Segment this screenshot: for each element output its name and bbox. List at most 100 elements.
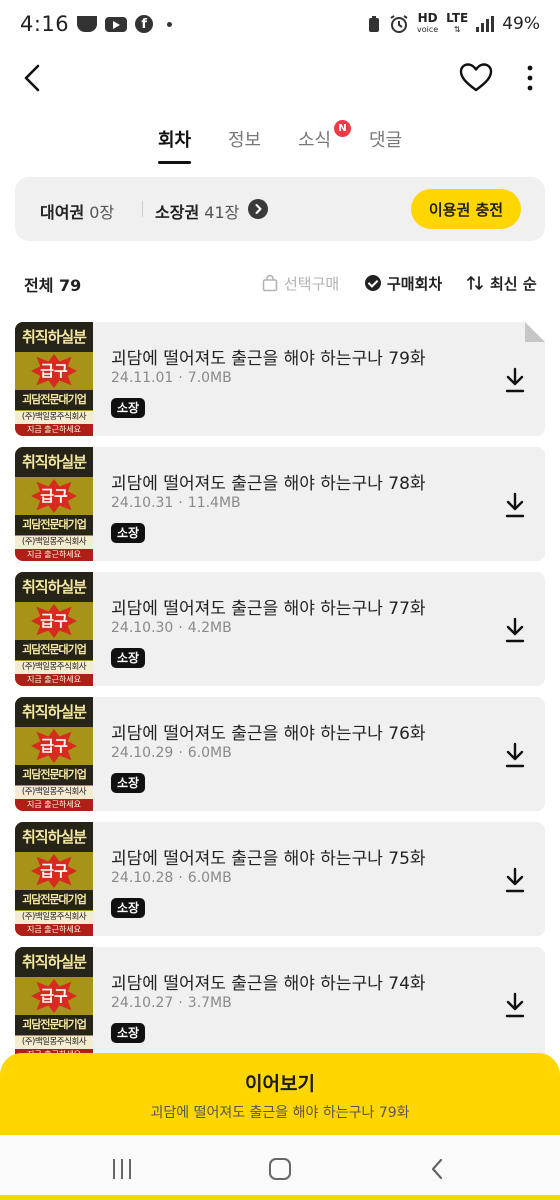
chevron-right-icon — [255, 204, 262, 214]
thumbnail-text: 지금 출근하세요 — [15, 424, 93, 436]
tab-news[interactable]: 소식 — [298, 126, 331, 162]
thumbnail-text: (주)백일몽주식회사 — [15, 661, 93, 674]
tab-info[interactable]: 정보 — [228, 126, 261, 162]
thumbnail-text: 지금 출근하세요 — [15, 799, 93, 811]
system-back-button[interactable] — [426, 1157, 450, 1181]
thumbnail-text: 취직하실분 — [15, 572, 93, 602]
separator-dot: · — [178, 620, 183, 636]
continue-reading-button[interactable]: 이어보기 괴담에 떨어져도 출근을 해야 하는구나 79화 — [0, 1053, 560, 1135]
sort-arrows-icon — [467, 276, 483, 290]
thumbnail-text: 괴담전문대기업 — [15, 765, 93, 785]
download-button[interactable] — [503, 491, 527, 519]
owned-label: 소장권 — [155, 203, 200, 222]
thumbnail-text: 급구 — [31, 854, 77, 888]
chevron-left-icon — [24, 64, 40, 92]
thumbnail-text: (주)백일몽주식회사 — [15, 411, 93, 424]
more-options-button[interactable] — [516, 58, 544, 98]
home-button[interactable] — [269, 1158, 291, 1180]
episode-item[interactable]: 취직하실분급구괴담전문대기업(주)백일몽주식회사지금 출근하세요 괴담에 떨어져도… — [15, 947, 545, 1061]
tab-episodes[interactable]: 회차 — [158, 126, 192, 164]
episode-meta: 24.10.29 · 6.0MB — [111, 745, 232, 761]
continue-label: 이어보기 — [245, 1073, 315, 1095]
episode-meta: 24.10.30 · 4.2MB — [111, 620, 232, 636]
status-time: 4:16 — [20, 12, 70, 36]
tab-bar: 회차 정보 소식 댓글 — [0, 126, 560, 166]
thumbnail-text: 괴담전문대기업 — [15, 890, 93, 910]
episode-date: 24.10.31 — [111, 495, 174, 511]
episode-title: 괴담에 떨어져도 출근을 해야 하는구나 77화 — [111, 599, 426, 619]
thumbnail-text: 괴담전문대기업 — [15, 515, 93, 535]
new-badge: N — [334, 120, 351, 137]
favorite-button[interactable] — [456, 58, 496, 98]
thumbnail-text: 지금 출근하세요 — [15, 924, 93, 936]
alarm-icon — [390, 15, 408, 33]
ticket-detail-button[interactable] — [248, 199, 268, 219]
tab-comments[interactable]: 댓글 — [369, 126, 402, 162]
select-purchase-label: 선택구매 — [284, 274, 340, 293]
episode-title: 괴담에 떨어져도 출근을 해야 하는구나 75화 — [111, 849, 426, 869]
recent-apps-button[interactable] — [113, 1159, 135, 1179]
thumbnail-text: 괴담전문대기업 — [15, 390, 93, 410]
owned-badge: 소장 — [111, 898, 146, 918]
episode-item[interactable]: 취직하실분급구괴담전문대기업(주)백일몽주식회사지금 출근하세요 괴담에 떨어져도… — [15, 447, 545, 561]
episode-size: 4.2MB — [187, 620, 232, 636]
header — [0, 50, 560, 106]
thumbnail-text: (주)백일몽주식회사 — [15, 1036, 93, 1049]
thumbnail-text: 괴담전문대기업 — [15, 640, 93, 660]
episode-thumbnail: 취직하실분급구괴담전문대기업(주)백일몽주식회사지금 출근하세요 — [15, 572, 93, 686]
download-button[interactable] — [503, 616, 527, 644]
signal-icon — [476, 16, 495, 32]
episode-date: 24.10.29 — [111, 745, 174, 761]
purchased-label: 구매회차 — [387, 274, 443, 293]
select-purchase-button[interactable]: 선택구매 — [262, 270, 339, 296]
thumbnail-text: (주)백일몽주식회사 — [15, 786, 93, 799]
episode-item[interactable]: 취직하실분급구괴담전문대기업(주)백일몽주식회사지금 출근하세요 괴담에 떨어져도… — [15, 697, 545, 811]
lte-icon: LTE ⇅ — [446, 11, 469, 34]
episode-thumbnail: 취직하실분급구괴담전문대기업(주)백일몽주식회사지금 출근하세요 — [15, 697, 93, 811]
charge-ticket-button[interactable]: 이용권 충전 — [411, 189, 521, 229]
cup-notification-icon — [77, 16, 98, 32]
hd-voice-text: voice — [416, 25, 439, 34]
download-icon — [505, 367, 525, 393]
rental-count: 0장 — [89, 203, 115, 222]
back-arrow-icon — [431, 1158, 443, 1180]
download-button[interactable] — [503, 991, 527, 1019]
sort-button[interactable]: 최신 순 — [466, 270, 537, 296]
episode-size: 6.0MB — [187, 745, 232, 761]
shopping-bag-icon — [262, 274, 278, 292]
download-button[interactable] — [503, 866, 527, 894]
separator-dot: · — [178, 745, 183, 761]
total-episodes: 전체 79 — [24, 276, 82, 295]
thumbnail-text: 취직하실분 — [15, 447, 93, 477]
list-toolbar: 전체 79 선택구매 구매회차 최신 순 — [0, 266, 560, 300]
download-icon — [505, 992, 525, 1018]
thumbnail-text: 급구 — [31, 354, 77, 388]
download-button[interactable] — [503, 741, 527, 769]
owned-ticket: 소장권 41장 — [155, 199, 239, 223]
episode-thumbnail: 취직하실분급구괴담전문대기업(주)백일몽주식회사지금 출근하세요 — [15, 447, 93, 561]
back-button[interactable] — [14, 56, 54, 100]
thumbnail-text: 급구 — [31, 729, 77, 763]
episode-item[interactable]: 취직하실분급구괴담전문대기업(주)백일몽주식회사지금 출근하세요 괴담에 떨어져도… — [15, 572, 545, 686]
download-icon — [505, 492, 525, 518]
system-nav-bar — [0, 1135, 560, 1200]
owned-count: 41장 — [204, 203, 240, 222]
heart-outline-icon — [459, 63, 493, 92]
hd-voice-icon: HD voice — [416, 12, 439, 35]
episode-meta: 24.10.27 · 3.7MB — [111, 995, 232, 1011]
episode-date: 24.10.30 — [111, 620, 174, 636]
episode-item[interactable]: 취직하실분급구괴담전문대기업(주)백일몽주식회사지금 출근하세요 괴담에 떨어져도… — [15, 822, 545, 936]
thumbnail-text: 지금 출근하세요 — [15, 549, 93, 561]
episode-item[interactable]: 취직하실분급구괴담전문대기업(주)백일몽주식회사지금 출근하세요 괴담에 떨어져도… — [15, 322, 545, 436]
episode-meta: 24.11.01 · 7.0MB — [111, 370, 232, 386]
episode-meta: 24.10.28 · 6.0MB — [111, 870, 232, 886]
episode-size: 11.4MB — [187, 495, 241, 511]
purchased-filter-button[interactable]: 구매회차 — [365, 270, 442, 296]
check-circle-icon — [365, 275, 381, 291]
download-button[interactable] — [503, 366, 527, 394]
divider — [142, 201, 143, 217]
episode-date: 24.11.01 — [111, 370, 174, 386]
episode-meta: 24.10.31 · 11.4MB — [111, 495, 241, 511]
episode-list: 취직하실분 급구 괴담전문대기업 (주)백일몽주식회사 지금 출근하세요 괴담에 떨어져도… — [15, 322, 545, 1072]
more-notifications-icon — [167, 21, 173, 27]
